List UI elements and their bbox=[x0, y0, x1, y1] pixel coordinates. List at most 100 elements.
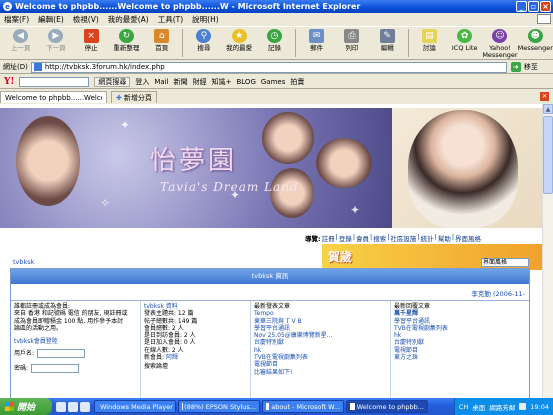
menu-help[interactable]: 說明(H) bbox=[192, 14, 219, 25]
post-link[interactable]: 台慶特別獻 bbox=[254, 339, 387, 346]
icq-button[interactable]: ✿ ICQ Lite bbox=[447, 27, 482, 59]
desktop-label[interactable]: 桌面 bbox=[472, 402, 485, 412]
start-button[interactable]: 開始 bbox=[0, 398, 52, 415]
network-label[interactable]: 網路芳鄰 bbox=[489, 402, 515, 412]
page-content: ✦ ✦ ✧ ✦ 怡夢園 Tavia's Dream Land 導覽: 註冊 | 登… bbox=[0, 104, 542, 398]
go-button[interactable]: 移至 bbox=[524, 62, 538, 72]
username-input[interactable] bbox=[37, 349, 86, 359]
menu-favorites[interactable]: 我的最愛(A) bbox=[108, 14, 149, 25]
nav-help[interactable]: 幫助 bbox=[438, 233, 451, 243]
taskbar: 開始 Windows Media Player (88%) EPSON Styl… bbox=[0, 398, 553, 415]
address-input[interactable]: http://tvbksk.3forum.hk/index.php bbox=[30, 61, 507, 73]
post-link[interactable]: hk bbox=[254, 347, 387, 354]
post-link[interactable]: 東華三院與 T V B bbox=[254, 318, 387, 325]
discuss-button[interactable]: ▤ 討論 bbox=[412, 27, 447, 59]
reply-link[interactable]: 台慶特別獻 bbox=[394, 339, 526, 346]
tray-icon[interactable] bbox=[519, 403, 527, 410]
close-button[interactable]: × bbox=[540, 1, 551, 12]
new-tab-button[interactable]: ✚ 新增分頁 bbox=[111, 91, 157, 103]
refresh-button[interactable]: ↻ 重新整理 bbox=[109, 27, 144, 59]
reply-link[interactable]: 電視節目 bbox=[394, 347, 526, 354]
yahoo-finance-button[interactable]: 財經 bbox=[193, 77, 207, 87]
newest-member-label: 新會員: bbox=[144, 354, 165, 362]
minimize-button[interactable]: _ bbox=[516, 1, 527, 12]
nav-search[interactable]: 搜索 bbox=[373, 233, 386, 243]
post-link[interactable]: Tempo bbox=[254, 310, 387, 317]
breadcrumb[interactable]: tvbksk bbox=[13, 258, 34, 266]
nav-facilities[interactable]: 社區設施 bbox=[390, 233, 416, 243]
task-epson[interactable]: (88%) EPSON Stylus... bbox=[178, 400, 260, 413]
task-media-player[interactable]: Windows Media Player bbox=[94, 400, 176, 413]
menu-file[interactable]: 檔案(F) bbox=[4, 14, 29, 25]
menu-view[interactable]: 檢視(V) bbox=[73, 14, 99, 25]
yahoo-news-button[interactable]: 新聞 bbox=[174, 77, 188, 87]
yahoo-auction-button[interactable]: 拍賣 bbox=[290, 77, 304, 87]
edit-button[interactable]: ✎ 編輯 bbox=[370, 27, 405, 59]
post-link[interactable]: 比審結果如下! bbox=[254, 369, 387, 376]
nav-register[interactable]: 註冊 bbox=[322, 233, 335, 243]
favorites-button[interactable]: ★ 我的最愛 bbox=[222, 27, 257, 59]
yahoo-answers-button[interactable]: 知識+ bbox=[212, 77, 232, 87]
forward-button[interactable]: ▶ 下一頁 bbox=[38, 27, 73, 59]
nav-stats[interactable]: 統計 bbox=[421, 233, 434, 243]
reply-link[interactable]: 學習平台通訊 bbox=[394, 318, 526, 325]
reply-link[interactable]: TVB在電視劇集列表 bbox=[394, 325, 526, 332]
task-welcome[interactable]: Welcome to phpbb... bbox=[346, 400, 428, 413]
ie-icon bbox=[266, 403, 270, 410]
banner-subtitle: Tavia's Dream Land bbox=[160, 180, 299, 194]
home-button[interactable]: ⌂ 首頁 bbox=[144, 27, 179, 59]
address-bar: 網址(D) http://tvbksk.3forum.hk/index.php … bbox=[0, 61, 553, 74]
history-button[interactable]: ◷ 記錄 bbox=[257, 27, 292, 59]
menu-tools[interactable]: 工具(T) bbox=[158, 14, 183, 25]
quicklaunch-desktop-icon[interactable] bbox=[68, 401, 78, 412]
forum-info-header: tvbksk 資訊 bbox=[11, 269, 529, 284]
icq-icon: ✿ bbox=[457, 29, 473, 43]
style-select[interactable]: 界面風格 bbox=[481, 258, 529, 267]
separator bbox=[182, 29, 184, 57]
go-arrow-icon[interactable]: ➜ bbox=[510, 62, 521, 72]
yahoo-login-button[interactable]: 登入 bbox=[135, 77, 149, 87]
tab-label: Welcome to phpbb......Welcome t... bbox=[5, 93, 102, 102]
task-label: Windows Media Player bbox=[100, 402, 173, 411]
stop-button[interactable]: × 停止 bbox=[74, 27, 109, 59]
mail-button[interactable]: ✉ 郵件 bbox=[299, 27, 334, 59]
scroll-up-icon[interactable]: ▲ bbox=[543, 104, 553, 114]
stop-icon: × bbox=[83, 29, 99, 43]
nav-style[interactable]: 界面風格 bbox=[455, 233, 481, 243]
menu-edit[interactable]: 編輯(E) bbox=[38, 14, 64, 25]
post-link[interactable]: 電視節目 bbox=[254, 361, 387, 368]
yahoo-games-button[interactable]: Games bbox=[261, 78, 286, 86]
nav-login[interactable]: 登錄 bbox=[339, 233, 352, 243]
password-input[interactable] bbox=[31, 364, 80, 374]
search-label: 搜尋 bbox=[197, 44, 211, 52]
quicklaunch-media-icon[interactable] bbox=[80, 401, 90, 412]
close-tab-icon[interactable]: × bbox=[540, 92, 549, 101]
yahoo-mail-button[interactable]: Mail bbox=[154, 78, 168, 86]
portrait-photo bbox=[408, 110, 518, 228]
mail-label: 郵件 bbox=[310, 44, 324, 52]
search-button[interactable]: ⚲ 搜尋 bbox=[186, 27, 221, 59]
reply-link[interactable]: 東方之珠 bbox=[394, 354, 526, 361]
task-about[interactable]: about - Microsoft W... bbox=[262, 400, 344, 413]
nav-members[interactable]: 會員 bbox=[356, 233, 369, 243]
tab-welcome[interactable]: Welcome to phpbb......Welcome t... bbox=[0, 91, 107, 103]
icq-label: ICQ Lite bbox=[451, 44, 478, 52]
scroll-thumb[interactable] bbox=[543, 116, 553, 194]
quicklaunch-ie-icon[interactable] bbox=[56, 401, 66, 412]
vertical-scrollbar[interactable]: ▲ bbox=[542, 104, 553, 398]
forum-columns: 誰都註冊或成為會員: 來自 香港 和記號碼 電信 的朋友, 現註冊或 成為會員即… bbox=[11, 300, 529, 398]
web-search-button[interactable]: 網頁搜尋 bbox=[94, 76, 131, 87]
lang-indicator[interactable]: CH bbox=[459, 403, 468, 411]
yahoo-search-input[interactable] bbox=[19, 76, 90, 87]
yahoo-messenger-button[interactable]: ☺ Yahoo! Messenger bbox=[482, 27, 518, 59]
newest-member-link[interactable]: 阿輝 bbox=[166, 354, 178, 361]
maximize-button[interactable]: ▫ bbox=[528, 1, 539, 12]
back-button[interactable]: ◀ 上一頁 bbox=[3, 27, 38, 59]
current-user[interactable]: 李克勤 (2006-11- bbox=[471, 288, 525, 298]
start-label: 開始 bbox=[17, 403, 36, 413]
yahoo-logo-icon[interactable]: Y! bbox=[4, 77, 14, 87]
print-button[interactable]: ⎙ 列印 bbox=[334, 27, 369, 59]
reply-link[interactable]: 萬千星輝 bbox=[394, 310, 526, 317]
yahoo-blog-button[interactable]: BLOG bbox=[236, 78, 255, 86]
messenger-button[interactable]: ☻ Messenger bbox=[518, 27, 553, 59]
